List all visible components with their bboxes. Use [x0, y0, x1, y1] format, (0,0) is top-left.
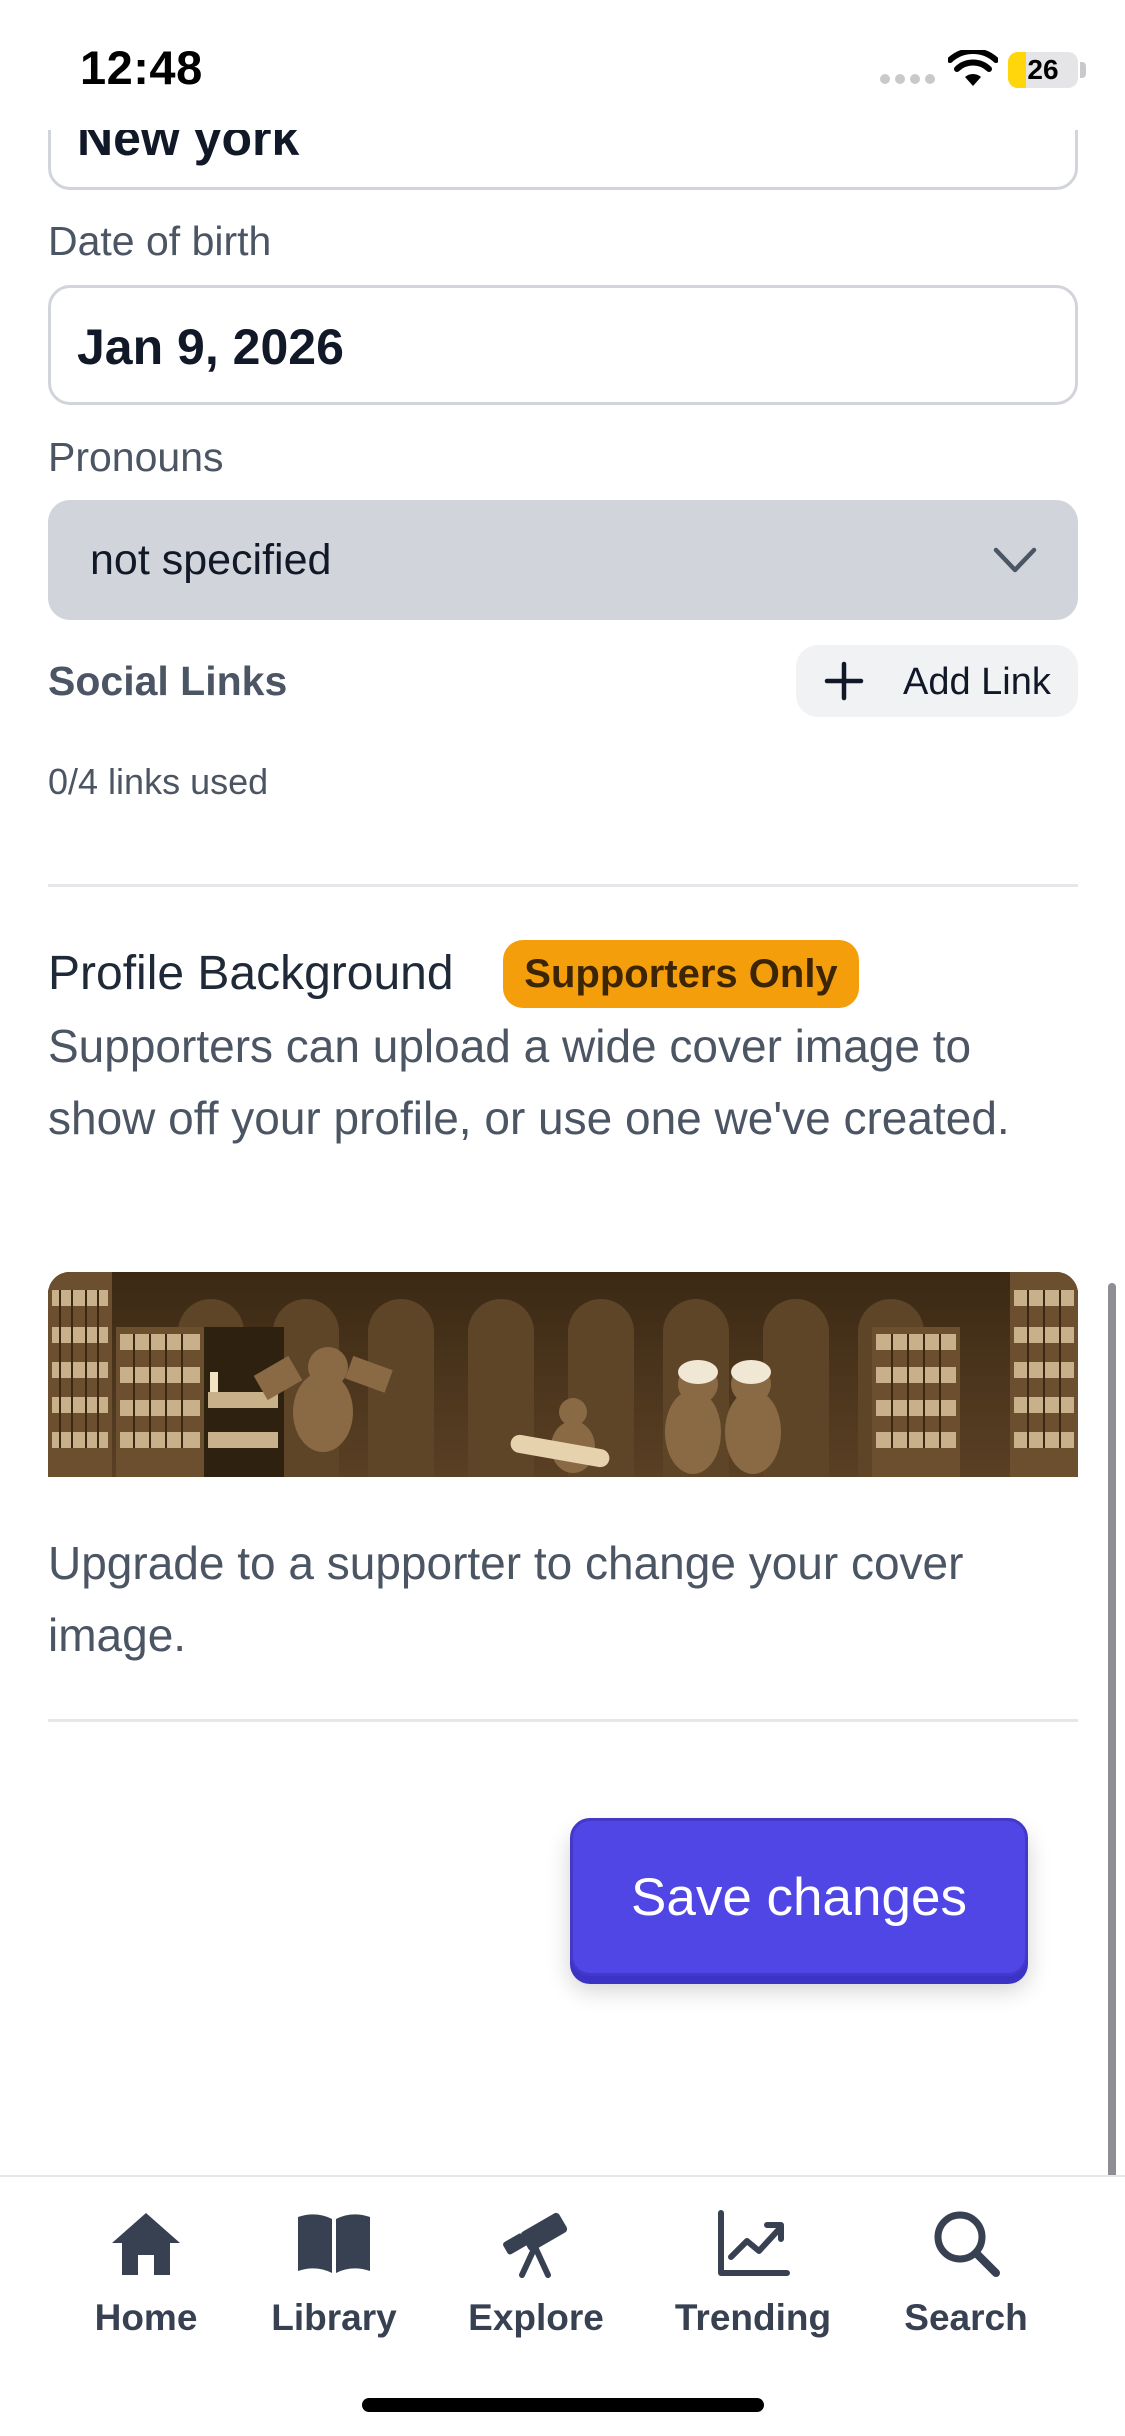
search-icon — [934, 2211, 1000, 2277]
chevron-down-icon — [993, 547, 1037, 573]
badge-label: Supporters Only — [524, 952, 838, 996]
tab-trending[interactable]: Trending — [663, 2207, 843, 2347]
cellular-signal-icon — [880, 74, 936, 86]
status-time: 12:48 — [80, 41, 203, 94]
battery-level: 26 — [1027, 54, 1059, 85]
tab-search[interactable]: Search — [876, 2207, 1056, 2347]
tab-library[interactable]: Library — [244, 2207, 424, 2347]
trending-chart-icon — [718, 2210, 790, 2276]
tab-label-library: Library — [271, 2297, 397, 2338]
upgrade-message: Upgrade to a supporter to change your co… — [48, 1537, 964, 1661]
pronouns-select[interactable]: not specified — [48, 500, 1078, 620]
save-changes-button[interactable]: Save changes — [570, 1818, 1028, 1976]
tab-explore[interactable]: Explore — [446, 2207, 626, 2347]
social-links-title: Social Links — [48, 658, 288, 704]
tab-bar: Home Library Explore Trending Search — [0, 2175, 1125, 2436]
home-indicator[interactable] — [362, 2398, 764, 2412]
dob-label: Date of birth — [48, 218, 272, 264]
battery-cap — [1080, 62, 1086, 78]
telescope-icon — [503, 2212, 568, 2278]
battery-icon: 26 — [1008, 52, 1078, 88]
plus-icon — [824, 661, 864, 701]
dob-field[interactable]: Jan 9, 2026 — [48, 285, 1078, 405]
pronouns-label: Pronouns — [48, 434, 224, 480]
cover-image — [48, 1272, 1078, 1477]
links-used-count: 0/4 links used — [48, 761, 269, 802]
tab-label-home: Home — [94, 2297, 198, 2338]
tab-home[interactable]: Home — [56, 2207, 236, 2347]
status-bar: 12:48 26 — [0, 0, 1125, 130]
add-link-label: Add Link — [903, 661, 1051, 703]
tab-label-search: Search — [904, 2297, 1028, 2338]
add-link-button[interactable]: Add Link — [796, 645, 1078, 717]
home-icon — [112, 2213, 180, 2275]
edit-profile-content: New york Date of birth Jan 9, 2026 Prono… — [0, 0, 1125, 2170]
profile-background-description: Supporters can upload a wide cover image… — [48, 1020, 1010, 1144]
divider — [48, 1719, 1078, 1722]
book-icon — [298, 2214, 370, 2273]
wifi-icon — [948, 50, 998, 86]
save-changes-label: Save changes — [631, 1868, 967, 1927]
library-illustration — [48, 1272, 1078, 1477]
supporters-only-badge: Supporters Only — [503, 940, 859, 1008]
profile-background-title: Profile Background — [48, 947, 454, 1000]
dob-value: Jan 9, 2026 — [77, 319, 344, 375]
pronouns-value: not specified — [90, 536, 332, 584]
divider — [48, 884, 1078, 887]
tab-label-trending: Trending — [674, 2297, 832, 2338]
tab-label-explore: Explore — [468, 2297, 604, 2338]
